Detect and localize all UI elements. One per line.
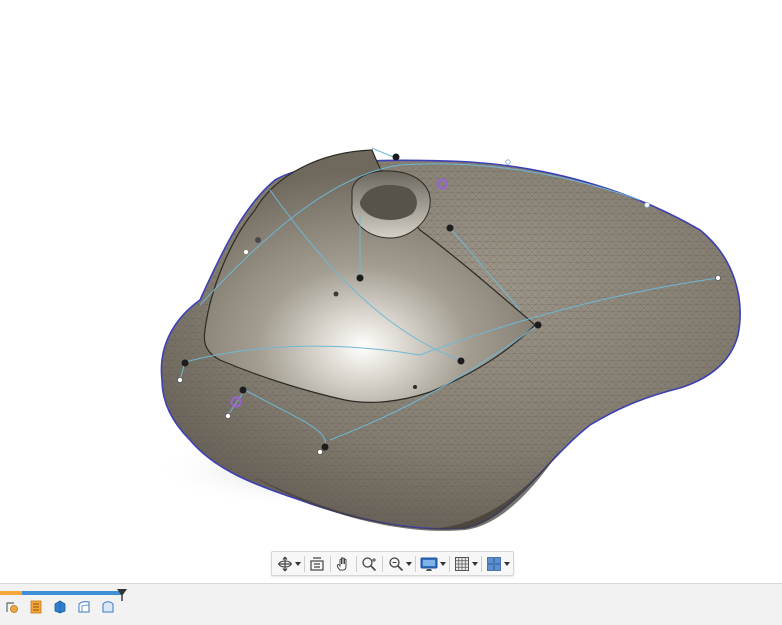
orbit-button[interactable] [275, 553, 295, 575]
viewports-icon [487, 556, 501, 571]
grid-settings-button[interactable] [452, 553, 472, 575]
feature-patch-icon [78, 601, 90, 613]
display-settings-button[interactable] [418, 553, 440, 575]
pan-hand-icon [337, 556, 347, 570]
feature-surface-icon [102, 601, 114, 613]
fit-dropdown[interactable] [405, 553, 412, 575]
navigation-toolbar [271, 551, 514, 576]
timeline-features [0, 597, 120, 617]
caret-down-icon [439, 561, 446, 566]
viewports-button[interactable] [484, 553, 504, 575]
look-at-icon [310, 556, 324, 571]
canvas-viewport[interactable] [0, 0, 782, 582]
timeline-history-bar [0, 591, 22, 595]
timeline-feature-body[interactable] [48, 597, 72, 617]
feature-body-icon [54, 600, 66, 614]
orbit-dropdown[interactable] [295, 553, 301, 575]
timeline-feature-patch[interactable] [72, 597, 96, 617]
caret-down-icon [471, 561, 478, 566]
timeline-feature-sketch[interactable] [0, 597, 24, 617]
model-view [150, 147, 741, 531]
display-settings-dropdown[interactable] [439, 553, 446, 575]
grid-settings-icon [454, 556, 469, 571]
timeline-feature-form[interactable] [24, 597, 48, 617]
zoom-icon [362, 556, 377, 571]
viewports-dropdown[interactable] [503, 553, 510, 575]
fit-button[interactable] [386, 553, 406, 575]
caret-down-icon [405, 561, 412, 566]
look-at-button[interactable] [307, 553, 327, 575]
display-settings-icon [420, 557, 438, 571]
caret-down-icon [295, 561, 301, 566]
timeline-feature-surface[interactable] [96, 597, 120, 617]
design-timeline [0, 583, 782, 625]
grid-settings-dropdown[interactable] [471, 553, 478, 575]
feature-form-icon [30, 600, 42, 614]
orbit-icon [278, 556, 292, 571]
pan-button[interactable] [333, 553, 353, 575]
fit-zoom-icon [388, 556, 403, 571]
caret-down-icon [503, 561, 510, 566]
zoom-button[interactable] [359, 553, 379, 575]
feature-sketch-icon [6, 602, 18, 613]
